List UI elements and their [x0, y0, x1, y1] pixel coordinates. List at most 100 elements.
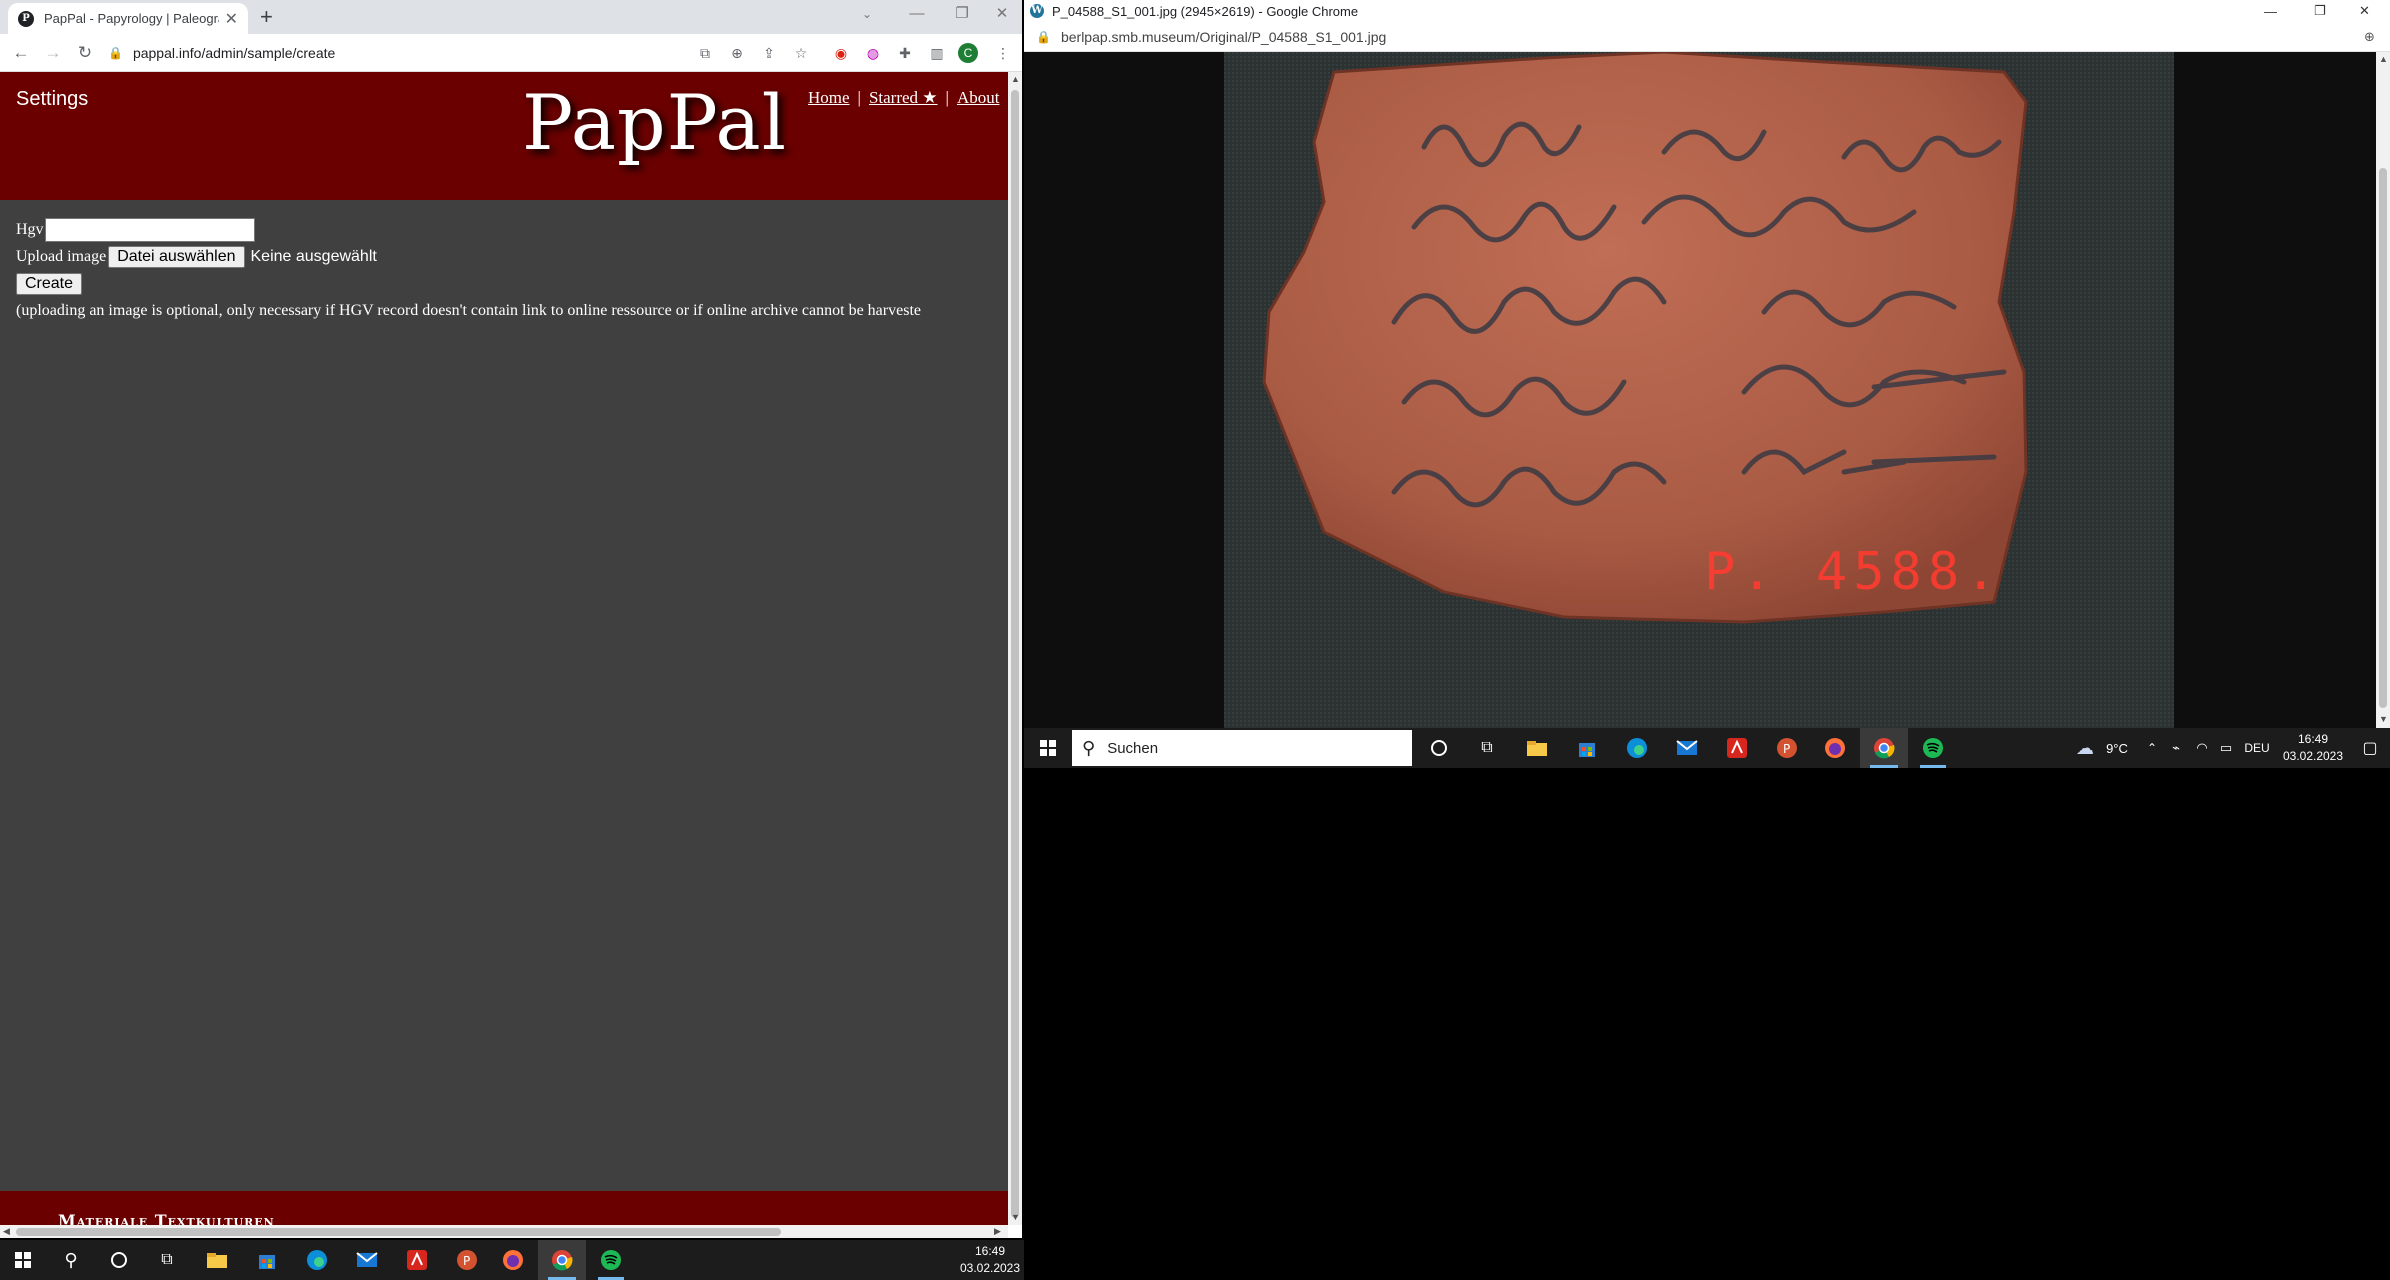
edge-icon[interactable] — [294, 1240, 340, 1280]
extensions-puzzle-icon[interactable]: ✚ — [894, 42, 916, 64]
scroll-up-icon[interactable]: ▲ — [1011, 74, 1020, 84]
taskbar-left-screen: ⚲ ⧉ P 16:49 03.02.2023 — [0, 1240, 1024, 1280]
spotify-icon[interactable] — [1910, 728, 1956, 768]
reload-icon[interactable]: ↻ — [72, 40, 98, 66]
firefox-icon[interactable] — [1812, 728, 1858, 768]
site-header: Settings PapPal Home | Starred ★ | About — [0, 72, 1008, 200]
nav-home-link[interactable]: Home — [808, 88, 850, 107]
vertical-scrollbar[interactable]: ▲ ▼ — [1008, 72, 1022, 1225]
battery-icon[interactable]: ▭ — [2214, 728, 2238, 768]
tab-pappal[interactable]: P PapPal - Papyrology | Paleograph ✕ — [8, 3, 248, 34]
scroll-down-icon[interactable]: ▼ — [1011, 1212, 1020, 1222]
browser-toolbar: ← → ↻ 🔒 pappal.info/admin/sample/create … — [0, 34, 1022, 72]
restore-icon[interactable]: ❐ — [945, 0, 979, 30]
image-viewport: P. 4588. — [1024, 52, 2376, 728]
horizontal-scroll-thumb[interactable] — [16, 1228, 781, 1236]
chevron-up-icon[interactable]: ⌃ — [2142, 728, 2162, 768]
chrome-taskbar-icon[interactable] — [538, 1240, 586, 1280]
zoom-icon[interactable]: ⊕ — [2364, 29, 2375, 45]
minimize-icon[interactable]: — — [2264, 4, 2277, 19]
close-tab-icon[interactable]: ✕ — [225, 9, 238, 29]
nav-about-link[interactable]: About — [957, 88, 1000, 107]
weather-temperature[interactable]: 9°C — [2100, 728, 2134, 768]
right-browser-window: W P_04588_S1_001.jpg (2945×2619) - Googl… — [1024, 0, 2390, 728]
right-window-titlebar: W P_04588_S1_001.jpg (2945×2619) - Googl… — [1024, 0, 2390, 22]
vertical-scroll-thumb[interactable] — [1011, 90, 1019, 1218]
task-view-icon[interactable]: ⧉ — [144, 1240, 190, 1280]
upload-image-label: Upload image — [16, 247, 107, 265]
extension-icon[interactable]: ◉ — [830, 42, 852, 64]
firefox-icon[interactable] — [490, 1240, 536, 1280]
scroll-left-icon[interactable]: ◀ — [3, 1226, 10, 1237]
store-icon[interactable] — [244, 1240, 290, 1280]
settings-link[interactable]: Settings — [16, 88, 88, 111]
cortana-icon[interactable] — [1416, 728, 1462, 768]
search-placeholder: Suchen — [1107, 739, 1159, 757]
forward-icon[interactable]: → — [40, 40, 66, 66]
taskbar-clock[interactable]: 16:49 03.02.2023 — [956, 1243, 1024, 1277]
right-vertical-scrollbar[interactable]: ▲ ▼ — [2376, 52, 2390, 728]
minimize-icon[interactable]: — — [900, 0, 934, 30]
chrome-taskbar-icon[interactable] — [1860, 728, 1908, 768]
language-indicator[interactable]: DEU — [2240, 728, 2274, 768]
weather-cloud-icon[interactable]: ☁ — [2070, 728, 2100, 768]
address-url: pappal.info/admin/sample/create — [132, 45, 336, 61]
profile-avatar[interactable]: C — [958, 43, 978, 63]
powerpoint-icon[interactable]: P — [444, 1240, 490, 1280]
page-viewport: Settings PapPal Home | Starred ★ | About Hgv… — [0, 72, 1008, 1225]
spotify-icon[interactable] — [588, 1240, 634, 1280]
acrobat-icon[interactable] — [1714, 728, 1760, 768]
store-icon[interactable] — [1564, 728, 1610, 768]
cortana-icon[interactable] — [96, 1240, 142, 1280]
restore-icon[interactable]: ❐ — [2314, 3, 2326, 19]
menu-icon[interactable]: ⋮ — [992, 42, 1014, 64]
windows-start-icon[interactable] — [1024, 728, 1072, 768]
notification-icon[interactable]: ▢ — [2350, 728, 2390, 768]
zoom-icon[interactable]: ⊕ — [726, 42, 748, 64]
close-window-icon[interactable]: ✕ — [2359, 3, 2370, 19]
create-button[interactable]: Create — [16, 272, 83, 295]
right-window-title: P_04588_S1_001.jpg (2945×2619) - Google … — [1052, 3, 1359, 19]
edge-icon[interactable] — [1614, 728, 1660, 768]
back-icon[interactable]: ← — [8, 40, 34, 66]
extension-icon[interactable]: ◍ — [862, 42, 884, 64]
file-explorer-icon[interactable] — [1514, 728, 1560, 768]
scroll-right-icon[interactable]: ▶ — [994, 1226, 1001, 1237]
bookmark-star-icon[interactable]: ☆ — [790, 42, 812, 64]
choose-file-button[interactable]: Datei auswählen — [108, 245, 245, 268]
right-address-bar[interactable]: 🔒 berlpap.smb.museum/Original/P_04588_S1… — [1024, 22, 2390, 52]
clock-time: 16:49 — [974, 1244, 1006, 1258]
acrobat-icon[interactable] — [394, 1240, 440, 1280]
network-icon[interactable]: ⌁ — [2164, 728, 2188, 768]
hgv-input[interactable] — [44, 217, 255, 242]
search-icon[interactable]: ⚲ — [48, 1240, 94, 1280]
clock-time: 16:49 — [2297, 732, 2329, 746]
scroll-up-icon[interactable]: ▲ — [2379, 54, 2388, 64]
nav-separator: | — [945, 88, 949, 107]
upload-note: (uploading an image is optional, only ne… — [16, 301, 921, 319]
mail-icon[interactable] — [344, 1240, 390, 1280]
task-view-icon[interactable]: ⧉ — [1464, 728, 1510, 768]
new-tab-button[interactable]: + — [260, 4, 273, 30]
translate-icon[interactable]: ⧉ — [694, 42, 716, 64]
powerpoint-icon[interactable]: P — [1764, 728, 1810, 768]
scroll-down-icon[interactable]: ▼ — [2379, 714, 2388, 724]
share-icon[interactable]: ⇪ — [758, 42, 780, 64]
windows-start-icon[interactable] — [0, 1240, 46, 1280]
side-panel-icon[interactable]: ▥ — [926, 42, 948, 64]
right-scroll-thumb[interactable] — [2379, 168, 2387, 708]
hgv-label: Hgv — [16, 220, 44, 238]
wifi-icon[interactable]: ◠ — [2190, 728, 2214, 768]
tab-strip: P PapPal - Papyrology | Paleograph ✕ + ⌄… — [0, 0, 1022, 34]
tab-search-icon[interactable]: ⌄ — [850, 0, 884, 30]
taskbar-search-box[interactable]: ⚲ Suchen — [1072, 730, 1412, 766]
file-status-text: Keine ausgewählt — [250, 247, 377, 265]
image-label: P. 4588. — [1704, 542, 2003, 602]
file-explorer-icon[interactable] — [194, 1240, 240, 1280]
mail-icon[interactable] — [1664, 728, 1710, 768]
horizontal-scrollbar[interactable]: ◀ ▶ — [0, 1225, 1008, 1238]
taskbar-clock[interactable]: 16:49 03.02.2023 — [2278, 731, 2348, 765]
nav-starred-link[interactable]: Starred ★ — [869, 88, 938, 107]
close-window-icon[interactable]: ✕ — [985, 0, 1019, 30]
address-bar[interactable]: 🔒 pappal.info/admin/sample/create — [108, 41, 728, 65]
